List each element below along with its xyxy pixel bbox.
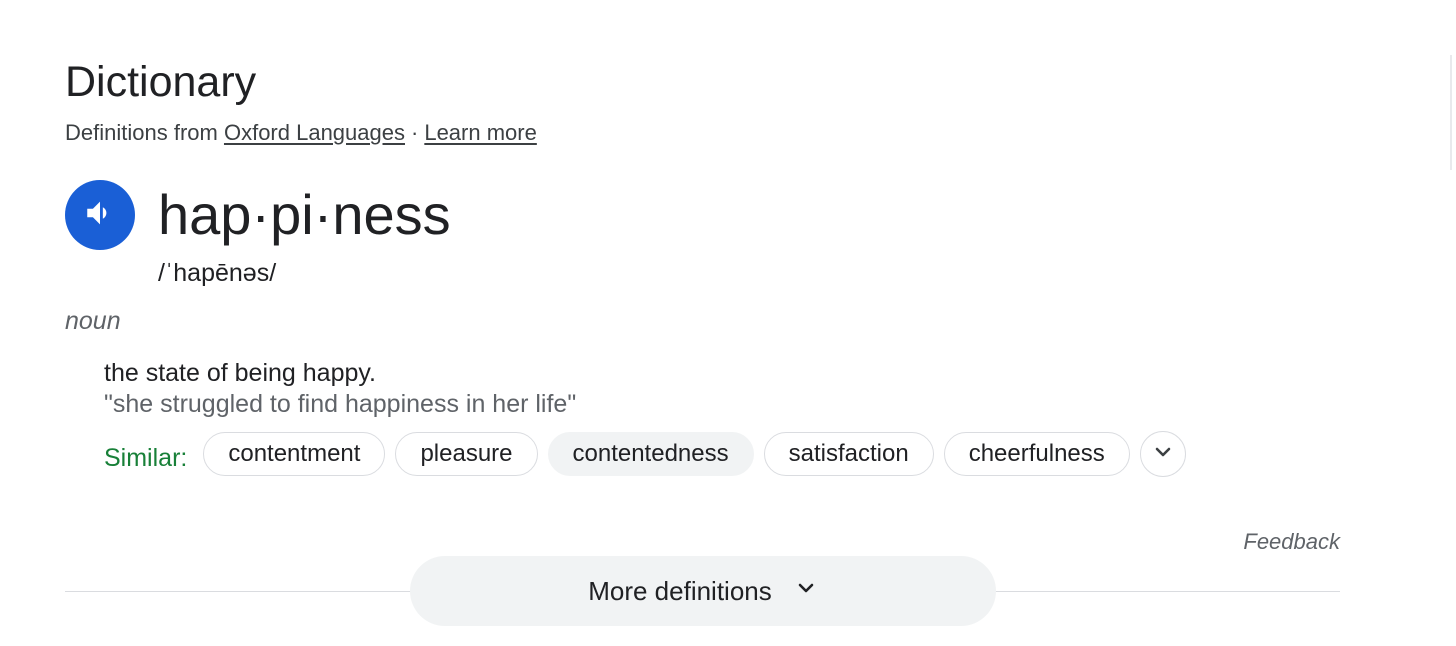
speaker-icon	[83, 196, 117, 235]
part-of-speech: noun	[65, 307, 121, 335]
separator: ·	[411, 120, 419, 145]
chevron-down-icon	[794, 576, 818, 607]
pronunciation-audio-button[interactable]	[65, 180, 135, 250]
similar-chip-contentedness[interactable]: contentedness	[547, 432, 754, 476]
dictionary-title: Dictionary	[65, 58, 257, 106]
definition-text: the state of being happy.	[104, 359, 376, 387]
learn-more-link[interactable]: Learn more	[424, 120, 537, 145]
example-sentence: "she struggled to find happiness in her …	[104, 390, 577, 418]
similar-label: Similar:	[104, 443, 188, 472]
oxford-languages-link[interactable]: Oxford Languages	[224, 120, 405, 145]
source-line: Definitions from Oxford Languages · Learn …	[65, 119, 537, 147]
scrollbar[interactable]	[1450, 55, 1452, 170]
similar-chip-pleasure[interactable]: pleasure	[395, 432, 538, 476]
phonetic-transcription: /ˈhapēnəs/	[158, 259, 277, 287]
headword: hap·pi·ness	[158, 183, 451, 246]
similar-chip-contentment[interactable]: contentment	[203, 432, 386, 476]
similar-words-row: Similar: contentment pleasure contentedn…	[104, 431, 1186, 477]
more-definitions-button[interactable]: More definitions	[410, 556, 996, 626]
similar-chip-satisfaction[interactable]: satisfaction	[763, 432, 934, 476]
chevron-down-icon	[1151, 440, 1175, 469]
expand-similar-button[interactable]	[1139, 431, 1186, 477]
feedback-link[interactable]: Feedback	[1243, 528, 1340, 556]
source-prefix: Definitions from	[65, 120, 218, 145]
more-definitions-label: More definitions	[588, 575, 772, 606]
similar-chip-cheerfulness[interactable]: cheerfulness	[943, 432, 1130, 476]
